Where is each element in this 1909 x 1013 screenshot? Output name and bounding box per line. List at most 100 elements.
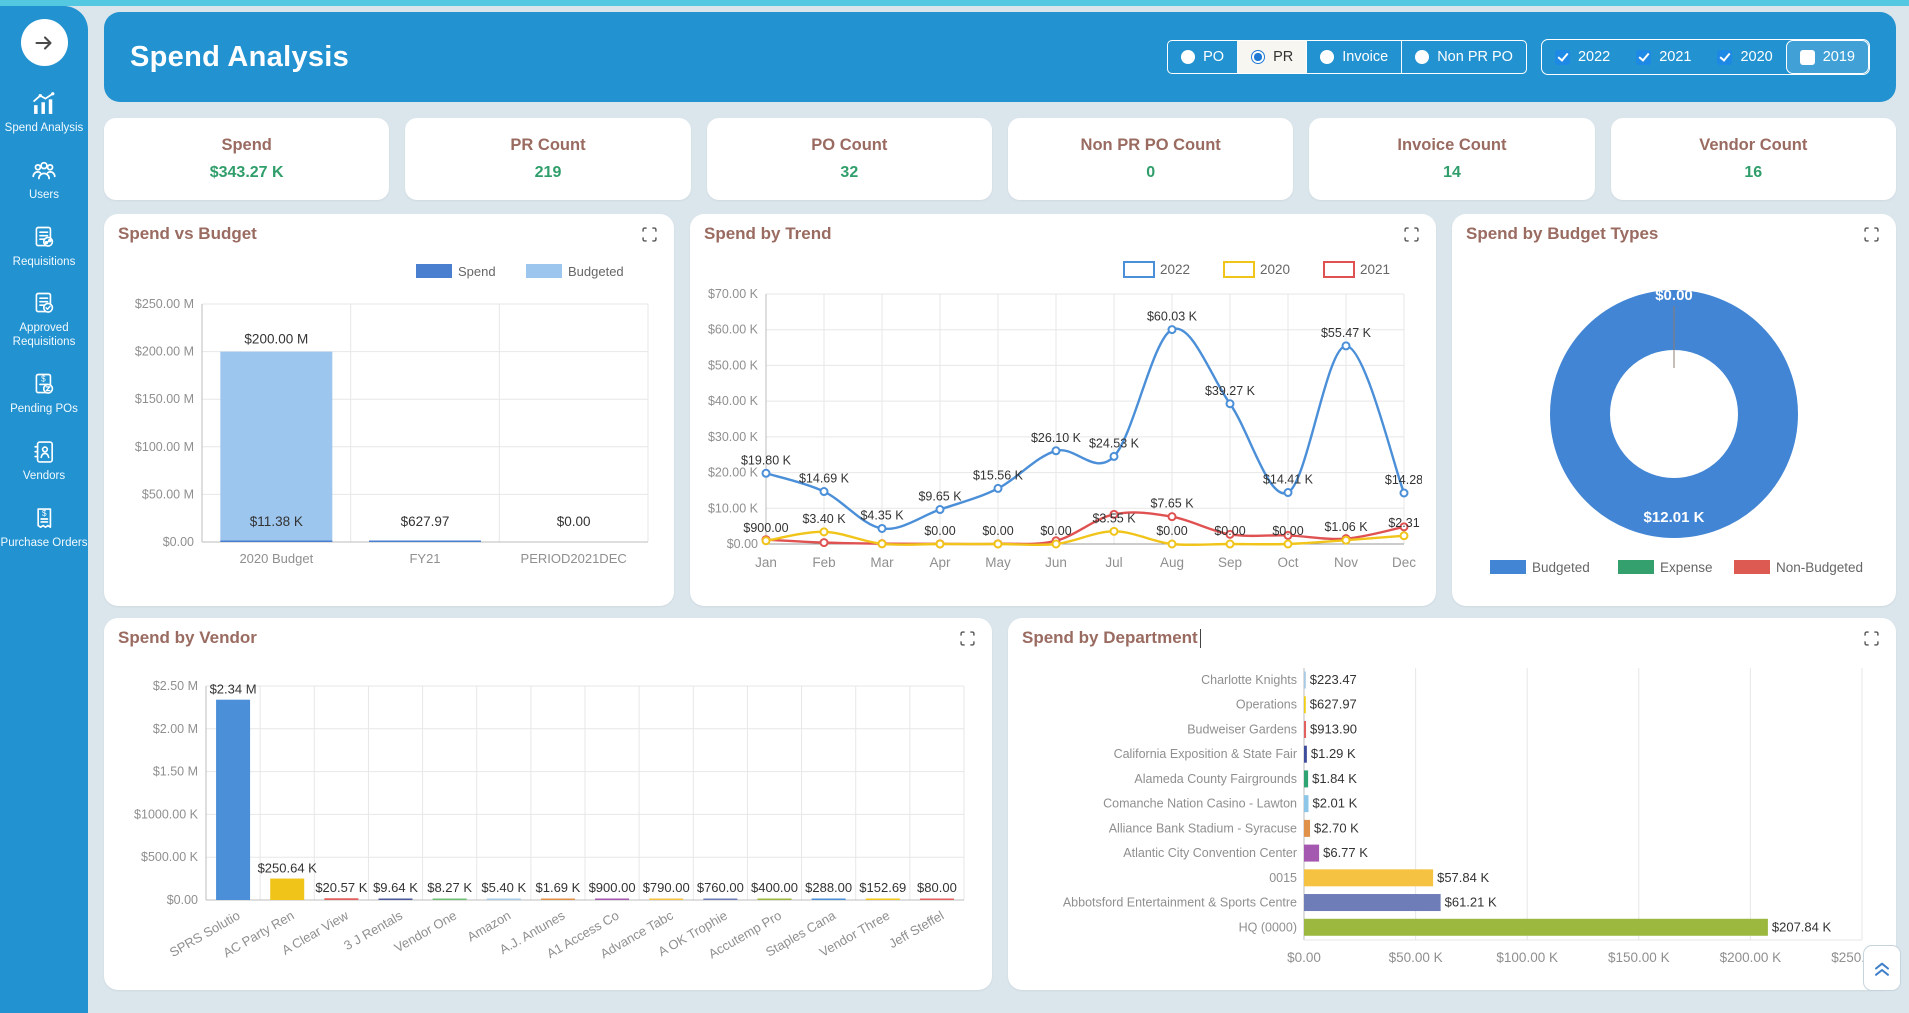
radio-label: PO bbox=[1203, 49, 1224, 65]
scroll-to-top-button[interactable] bbox=[1863, 945, 1901, 991]
svg-text:$60.00 K: $60.00 K bbox=[708, 323, 759, 337]
fullscreen-button[interactable] bbox=[1861, 224, 1882, 245]
radio-label: PR bbox=[1273, 49, 1293, 65]
people-icon bbox=[30, 157, 58, 185]
radio-label: Non PR PO bbox=[1437, 49, 1513, 65]
svg-text:$1000.00 K: $1000.00 K bbox=[134, 807, 199, 821]
svg-text:$627.97: $627.97 bbox=[1310, 697, 1357, 712]
fullscreen-button[interactable] bbox=[1861, 628, 1882, 649]
panel-title: Spend vs Budget bbox=[118, 224, 257, 244]
svg-text:$627.97: $627.97 bbox=[401, 514, 450, 529]
svg-text:0015: 0015 bbox=[1269, 871, 1297, 885]
double-chevron-up-icon bbox=[1870, 955, 1894, 981]
spend-vs-budget-panel: Spend vs Budget $0.00$50.00 M$100.00 M$1… bbox=[104, 214, 674, 606]
svg-text:$80.00: $80.00 bbox=[917, 880, 957, 895]
svg-text:Oct: Oct bbox=[1277, 555, 1298, 570]
svg-text:$2.70 K: $2.70 K bbox=[1314, 820, 1359, 835]
kpi-spend: Spend $343.27 K bbox=[104, 118, 389, 200]
kpi-label: Non PR PO Count bbox=[1081, 136, 1221, 155]
svg-text:2022: 2022 bbox=[1160, 262, 1190, 277]
document-hourglass-icon: $ bbox=[30, 371, 58, 399]
kpi-value: 16 bbox=[1744, 164, 1762, 182]
kpi-invoice-count: Invoice Count 14 bbox=[1309, 118, 1594, 200]
svg-text:$50.00 M: $50.00 M bbox=[142, 487, 194, 501]
checkbox-2019[interactable]: 2019 bbox=[1786, 40, 1869, 74]
radio-invoice[interactable]: Invoice bbox=[1307, 41, 1402, 73]
radio-non-pr-po[interactable]: Non PR PO bbox=[1402, 41, 1526, 73]
svg-text:$0.00: $0.00 bbox=[1156, 524, 1187, 538]
checkbox-2022[interactable]: 2022 bbox=[1542, 40, 1623, 74]
svg-text:$26.10 K: $26.10 K bbox=[1031, 431, 1082, 445]
sidebar-item-pending-pos[interactable]: $ Pending POs bbox=[10, 371, 78, 417]
sidebar-expand-button[interactable] bbox=[21, 19, 68, 66]
svg-text:Budweiser Gardens: Budweiser Gardens bbox=[1187, 722, 1297, 736]
sidebar-item-vendors[interactable]: Vendors bbox=[23, 438, 65, 484]
svg-text:$5.40 K: $5.40 K bbox=[481, 880, 526, 895]
header-controls: PO PR Invoice Non PR PO 2022 2021 2020 2… bbox=[1167, 39, 1870, 75]
sidebar-item-approved-requisitions[interactable]: Approved Requisitions bbox=[0, 290, 88, 350]
svg-text:$50.00 K: $50.00 K bbox=[708, 358, 759, 372]
checkbox-2020[interactable]: 2020 bbox=[1704, 40, 1785, 74]
text-cursor bbox=[1200, 629, 1202, 648]
checkbox-2021[interactable]: 2021 bbox=[1623, 40, 1704, 74]
svg-text:$0.00: $0.00 bbox=[167, 893, 198, 907]
sidebar-item-spend-analysis[interactable]: Spend Analysis bbox=[5, 90, 84, 136]
svg-text:$: $ bbox=[42, 509, 47, 518]
receipt-dollar-icon: $ bbox=[30, 505, 58, 533]
fullscreen-button[interactable] bbox=[1401, 224, 1422, 245]
spend-by-vendor-panel: Spend by Vendor $0.00$500.00 K$1000.00 K… bbox=[104, 618, 992, 990]
sidebar-item-requisitions[interactable]: Requisitions bbox=[13, 224, 76, 270]
kpi-value: 14 bbox=[1443, 164, 1461, 182]
fullscreen-icon bbox=[959, 630, 976, 647]
kpi-label: Vendor Count bbox=[1699, 136, 1807, 155]
sidebar-item-label: Approved Requisitions bbox=[0, 322, 88, 350]
svg-text:$11.38 K: $11.38 K bbox=[250, 514, 303, 529]
svg-text:$50.00 K: $50.00 K bbox=[1389, 950, 1443, 965]
svg-text:$14.41 K: $14.41 K bbox=[1263, 473, 1314, 487]
svg-text:Aug: Aug bbox=[1160, 555, 1184, 570]
kpi-label: Spend bbox=[221, 136, 271, 155]
sidebar-item-purchase-orders[interactable]: $ Purchase Orders bbox=[1, 505, 88, 551]
svg-text:$250.00 M: $250.00 M bbox=[135, 297, 194, 311]
kpi-vendor-count: Vendor Count 16 bbox=[1611, 118, 1896, 200]
panel-title-text: Spend by Department bbox=[1022, 628, 1198, 648]
view-mode-toggle: PO PR Invoice Non PR PO bbox=[1167, 40, 1527, 74]
svg-text:Vendor One: Vendor One bbox=[392, 908, 460, 956]
panel-title: Spend by Vendor bbox=[118, 628, 257, 648]
svg-text:$24.53 K: $24.53 K bbox=[1089, 436, 1140, 450]
svg-text:$400.00: $400.00 bbox=[751, 880, 798, 895]
svg-text:Alliance Bank Stadium - Syracu: Alliance Bank Stadium - Syracuse bbox=[1109, 821, 1297, 835]
sidebar-item-users[interactable]: Users bbox=[29, 157, 59, 203]
svg-text:$0.00: $0.00 bbox=[727, 537, 758, 551]
svg-text:Apr: Apr bbox=[929, 555, 951, 570]
svg-text:$14.28: $14.28 bbox=[1385, 473, 1422, 487]
fullscreen-icon bbox=[1863, 630, 1880, 647]
svg-text:$0.00: $0.00 bbox=[1214, 524, 1245, 538]
fullscreen-button[interactable] bbox=[639, 224, 660, 245]
checkbox-label: 2022 bbox=[1578, 49, 1610, 65]
svg-text:Expense: Expense bbox=[1660, 560, 1713, 575]
charts-row-1: Spend vs Budget $0.00$50.00 M$100.00 M$1… bbox=[104, 214, 1896, 606]
kpi-non-pr-po-count: Non PR PO Count0 bbox=[1008, 118, 1293, 200]
svg-text:$250.64 K: $250.64 K bbox=[258, 861, 318, 876]
svg-text:$: $ bbox=[41, 375, 46, 384]
arrow-right-icon bbox=[32, 31, 56, 55]
charts-row-2: Spend by Vendor $0.00$500.00 K$1000.00 K… bbox=[104, 618, 1896, 990]
radio-pr[interactable]: PR bbox=[1238, 41, 1307, 73]
radio-icon bbox=[1251, 50, 1265, 64]
kpi-value: $343.27 K bbox=[210, 164, 284, 182]
svg-text:$2.00 M: $2.00 M bbox=[153, 722, 198, 736]
svg-text:Alameda County Fairgrounds: Alameda County Fairgrounds bbox=[1134, 772, 1297, 786]
radio-po[interactable]: PO bbox=[1168, 41, 1238, 73]
svg-text:2020: 2020 bbox=[1260, 262, 1290, 277]
fullscreen-icon bbox=[1403, 226, 1420, 243]
spend-vs-budget-chart: $0.00$50.00 M$100.00 M$150.00 M$200.00 M… bbox=[118, 254, 660, 590]
fullscreen-button[interactable] bbox=[957, 628, 978, 649]
kpi-label: Invoice Count bbox=[1397, 136, 1506, 155]
kpi-pr-count: PR Count219 bbox=[405, 118, 690, 200]
svg-text:$100.00 K: $100.00 K bbox=[1496, 950, 1558, 965]
svg-text:Jun: Jun bbox=[1045, 555, 1067, 570]
svg-text:Sep: Sep bbox=[1218, 555, 1242, 570]
svg-text:$3.55 K: $3.55 K bbox=[1092, 511, 1136, 525]
svg-text:$900.00: $900.00 bbox=[743, 521, 788, 535]
